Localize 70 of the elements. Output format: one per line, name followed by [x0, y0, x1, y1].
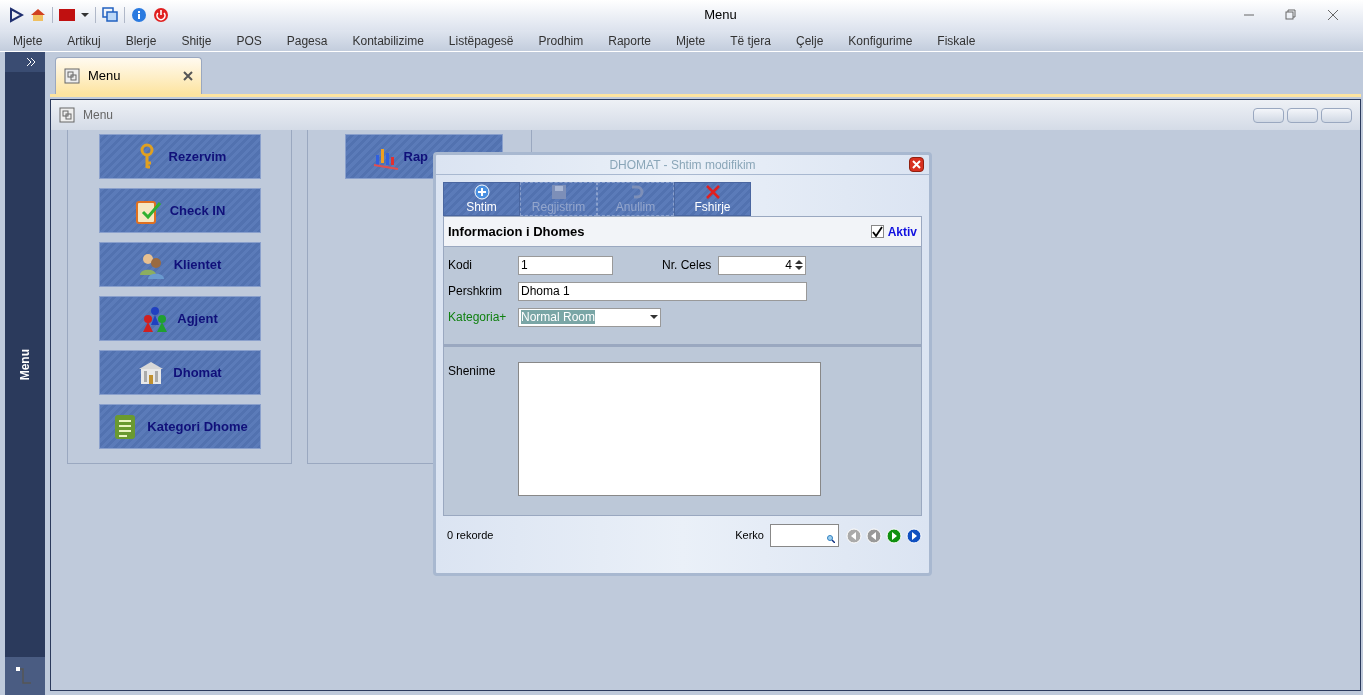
first-record-icon[interactable] — [846, 527, 862, 544]
toolbar-button[interactable]: Shtim — [443, 182, 520, 216]
close-button[interactable] — [909, 157, 924, 172]
menu-item[interactable]: Të tjera — [730, 31, 771, 50]
inner-window-title: Menu — [83, 107, 115, 124]
field-label: Nr. Celes — [662, 257, 713, 274]
field-label: Pershkrim — [448, 283, 503, 300]
previous-icon[interactable] — [866, 527, 882, 544]
section-title: Informacion i Dhomes — [448, 222, 586, 241]
menu-item[interactable]: POS — [236, 31, 262, 50]
module-button[interactable]: Agjent — [98, 296, 261, 341]
minimize-button[interactable] — [1253, 107, 1284, 123]
module-button[interactable]: Kategori Dhome — [98, 404, 261, 449]
nr-celes-spinner[interactable]: 4 — [718, 255, 806, 275]
menu-item[interactable]: Prodhim — [538, 31, 584, 50]
double-chevron-icon — [25, 56, 37, 68]
window-icon — [64, 68, 80, 84]
toolbar-button[interactable]: Fshirje — [674, 182, 751, 216]
power-icon[interactable] — [153, 7, 169, 23]
close-icon[interactable] — [183, 71, 193, 81]
last-record-icon[interactable] — [906, 527, 922, 544]
window-icon — [59, 107, 75, 123]
menu-item[interactable]: Shitje — [181, 31, 212, 50]
menu-item[interactable]: Artikuj — [67, 31, 101, 50]
menu-item[interactable]: Raporte — [608, 31, 651, 50]
play-logo-icon[interactable] — [8, 7, 24, 23]
aktiv-checkbox[interactable] — [870, 225, 884, 238]
pawns-icon — [141, 304, 170, 333]
module-button[interactable]: Check IN — [98, 188, 261, 233]
record-count: 0 rekorde — [447, 528, 495, 544]
dialog-title: DHOMAT - Shtim modifikim — [608, 156, 757, 174]
field-label: Shenime — [448, 363, 497, 380]
windows-icon[interactable] — [102, 7, 118, 23]
aktiv-label: Aktiv — [887, 223, 917, 241]
tab[interactable]: Menu — [55, 57, 202, 94]
restore-icon[interactable] — [1285, 9, 1297, 21]
check-icon — [871, 226, 883, 237]
sidebar-label[interactable]: Menu — [16, 348, 34, 381]
next-icon[interactable] — [886, 527, 902, 544]
menu-item[interactable]: Listëpagesë — [448, 31, 514, 50]
menu-item[interactable]: Pagesa — [286, 31, 328, 50]
window-title: Menu — [703, 6, 738, 25]
menu-item[interactable]: Mjete — [675, 31, 706, 50]
close-icon — [912, 160, 921, 169]
field-label: Kodi — [448, 257, 474, 274]
menu-item[interactable]: Fiskale — [937, 31, 976, 50]
module-button[interactable]: Rezervim — [98, 134, 261, 179]
field-label: Kategoria+ — [448, 309, 508, 326]
search-icon — [827, 535, 835, 543]
info-icon[interactable] — [131, 7, 147, 23]
menu-item[interactable]: Blerje — [125, 31, 157, 50]
plus-icon — [473, 184, 490, 200]
spinner-arrows-icon — [795, 259, 803, 271]
menu-item[interactable]: Mjete — [13, 31, 43, 50]
search-label: Kerko — [735, 528, 764, 544]
maximize-button[interactable] — [1287, 107, 1318, 123]
house-icon[interactable] — [30, 7, 46, 23]
caret-icon — [650, 315, 658, 319]
pershkrim-field[interactable]: Dhoma 1 — [518, 281, 807, 301]
menu-item[interactable]: Kontabilizime — [352, 31, 424, 50]
shenime-textarea[interactable] — [518, 362, 821, 496]
menu-item[interactable]: Konfigurime — [848, 31, 913, 50]
menu-item[interactable]: Çelje — [795, 31, 824, 50]
close-icon[interactable] — [1327, 9, 1339, 21]
caret-icon[interactable] — [81, 11, 89, 19]
module-button[interactable]: Klientet — [98, 242, 261, 287]
delete-x-icon — [704, 184, 721, 200]
module-button[interactable]: Dhomat — [98, 350, 261, 395]
kodi-field[interactable]: 1 — [518, 255, 613, 275]
search-field[interactable] — [770, 524, 839, 547]
